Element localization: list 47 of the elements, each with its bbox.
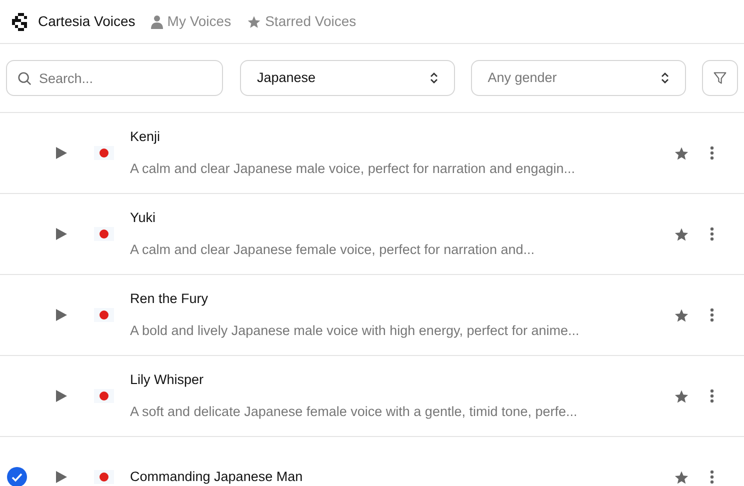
voice-row[interactable]: Commanding Japanese Man xyxy=(0,437,744,486)
nav-tab[interactable]: Starred Voices xyxy=(247,11,356,32)
more-button[interactable] xyxy=(710,470,714,484)
flag-icon xyxy=(94,227,114,241)
play-button[interactable] xyxy=(56,390,67,402)
flag-icon xyxy=(94,146,114,160)
star-button[interactable] xyxy=(674,470,689,484)
star-button[interactable] xyxy=(674,226,689,242)
play-button[interactable] xyxy=(56,309,67,321)
star-button[interactable] xyxy=(674,146,689,160)
voice-row[interactable]: Kenji A calm and clear Japanese male voice, perfect for narration and engagin... xyxy=(0,113,744,194)
voice-description: A calm and clear Japanese male voice, perfect for narration and engagin... xyxy=(130,160,576,178)
flag-icon xyxy=(94,308,114,322)
voice-row[interactable]: Ren the Fury A bold and lively Japanese male voice with high energy, perfect for anime... xyxy=(0,275,744,356)
app-title[interactable]: Cartesia Voices xyxy=(38,11,136,32)
voice-name: Ren the Fury xyxy=(130,290,210,308)
search-field[interactable]: Search... xyxy=(6,60,223,96)
more-button[interactable] xyxy=(710,308,714,322)
more-button[interactable] xyxy=(710,227,714,241)
voice-description: A calm and clear Japanese female voice, perfect for narration and... xyxy=(130,240,536,259)
gender-select[interactable]: Any gender xyxy=(470,60,686,96)
play-button[interactable] xyxy=(56,228,67,240)
more-button[interactable] xyxy=(710,146,714,160)
voice-name: Commanding Japanese Man xyxy=(130,468,304,486)
star-icon xyxy=(247,14,262,28)
chevron-icon xyxy=(430,72,438,84)
voice-name: Yuki xyxy=(130,209,157,228)
voice-row[interactable]: Yuki A calm and clear Japanese female voice, perfect for narration and... xyxy=(0,194,744,275)
voice-name: Lily Whisper xyxy=(130,371,205,390)
flag-icon xyxy=(94,389,114,403)
star-button[interactable] xyxy=(674,308,689,322)
voice-description: A bold and lively Japanese male voice with high energy, perfect for anime... xyxy=(130,322,580,340)
logo-icon xyxy=(12,12,30,30)
voice-description: A soft and delicate Japanese female voice with a gentle, timid tone, perfe... xyxy=(130,402,578,421)
voice-row[interactable]: Lily Whisper A soft and delicate Japanese female voice with a gentle, timid tone, perfe... xyxy=(0,356,744,437)
more-button[interactable] xyxy=(710,389,714,403)
play-button[interactable] xyxy=(56,147,67,159)
voice-name: Kenji xyxy=(130,128,162,146)
nav-tab[interactable]: My Voices xyxy=(151,11,232,32)
language-select[interactable]: Japanese xyxy=(240,60,455,96)
filter-button[interactable] xyxy=(702,60,738,96)
filter-icon xyxy=(713,71,728,85)
flag-icon xyxy=(94,470,114,484)
person-icon xyxy=(151,14,164,28)
play-button[interactable] xyxy=(56,471,67,483)
chevron-icon xyxy=(661,72,670,84)
star-button[interactable] xyxy=(674,388,689,404)
